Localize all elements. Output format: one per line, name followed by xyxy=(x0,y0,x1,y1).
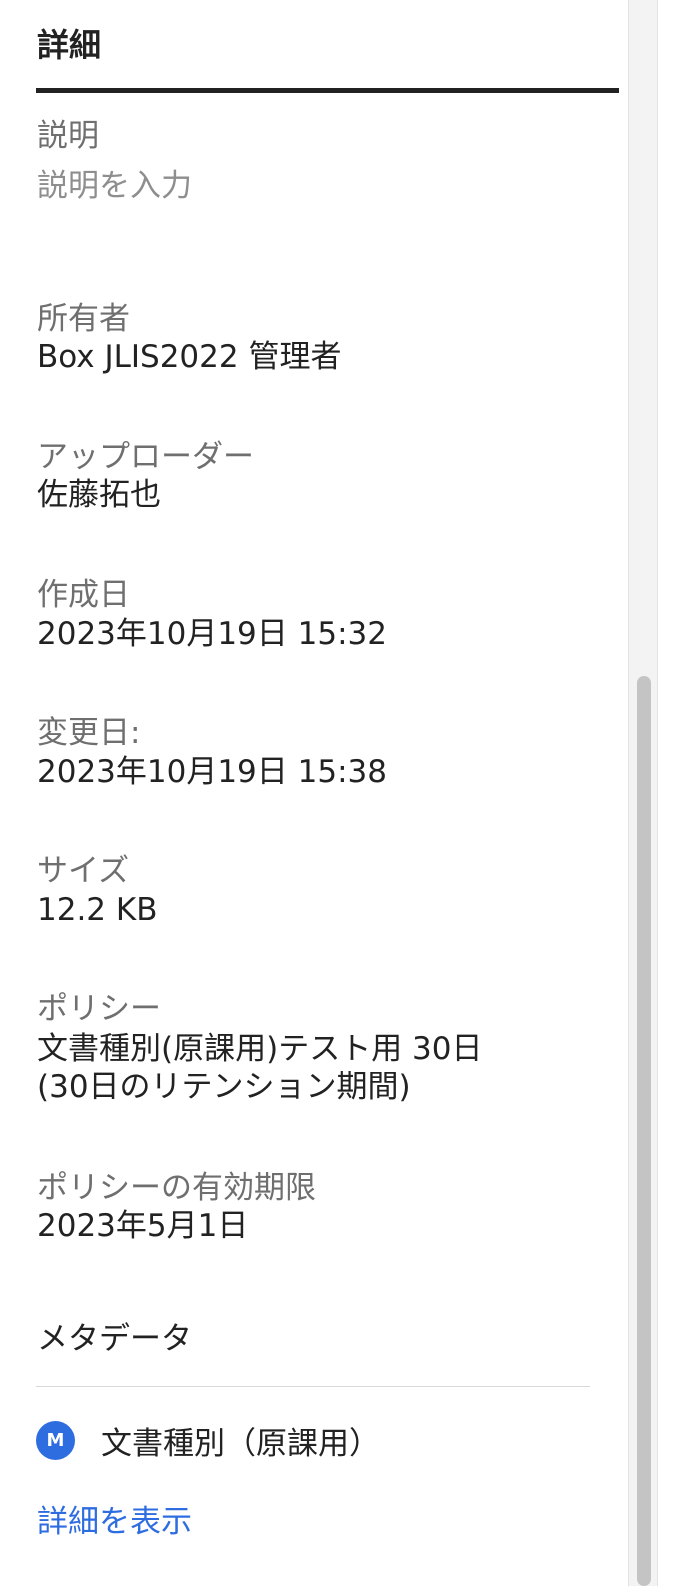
size-label: サイズ xyxy=(37,853,130,889)
description-input[interactable]: 説明を入力 xyxy=(37,160,192,205)
metadata-divider xyxy=(36,1386,590,1387)
uploader-value: 佐藤拓也 xyxy=(37,477,161,513)
show-details-link[interactable]: 詳細を表示 xyxy=(37,1496,192,1541)
scrollbar-track[interactable] xyxy=(628,0,658,1586)
created-value: 2023年10月19日 15:32 xyxy=(37,616,387,652)
description-label: 説明 xyxy=(37,118,99,154)
owner-label: 所有者 xyxy=(37,301,130,337)
metadata-template-row[interactable]: M 文書種別（原課用） xyxy=(36,1418,380,1463)
details-panel: 詳細 説明 説明を入力 所有者 Box JLIS2022 管理者 アップローダー… xyxy=(0,0,628,1586)
policy-expiry-label: ポリシーの有効期限 xyxy=(37,1170,316,1206)
tab-active-underline xyxy=(36,88,619,93)
tab-details[interactable]: 詳細 xyxy=(37,20,101,66)
policy-value-line1: 文書種別(原課用)テスト用 30日 xyxy=(37,1031,483,1067)
scrollbar-thumb[interactable] xyxy=(637,676,651,1586)
owner-value: Box JLIS2022 管理者 xyxy=(37,339,342,375)
metadata-section-title: メタデータ xyxy=(37,1321,192,1357)
modified-value: 2023年10月19日 15:38 xyxy=(37,754,387,790)
created-label: 作成日 xyxy=(37,577,130,613)
policy-expiry-value: 2023年5月1日 xyxy=(37,1208,249,1244)
metadata-template-icon: M xyxy=(36,1421,75,1460)
metadata-template-name: 文書種別（原課用） xyxy=(101,1426,380,1462)
modified-label: 変更日: xyxy=(37,715,141,751)
uploader-label: アップローダー xyxy=(37,439,254,475)
size-value: 12.2 KB xyxy=(37,892,158,928)
policy-label: ポリシー xyxy=(37,991,161,1027)
policy-value-line2: (30日のリテンション期間) xyxy=(37,1069,411,1105)
